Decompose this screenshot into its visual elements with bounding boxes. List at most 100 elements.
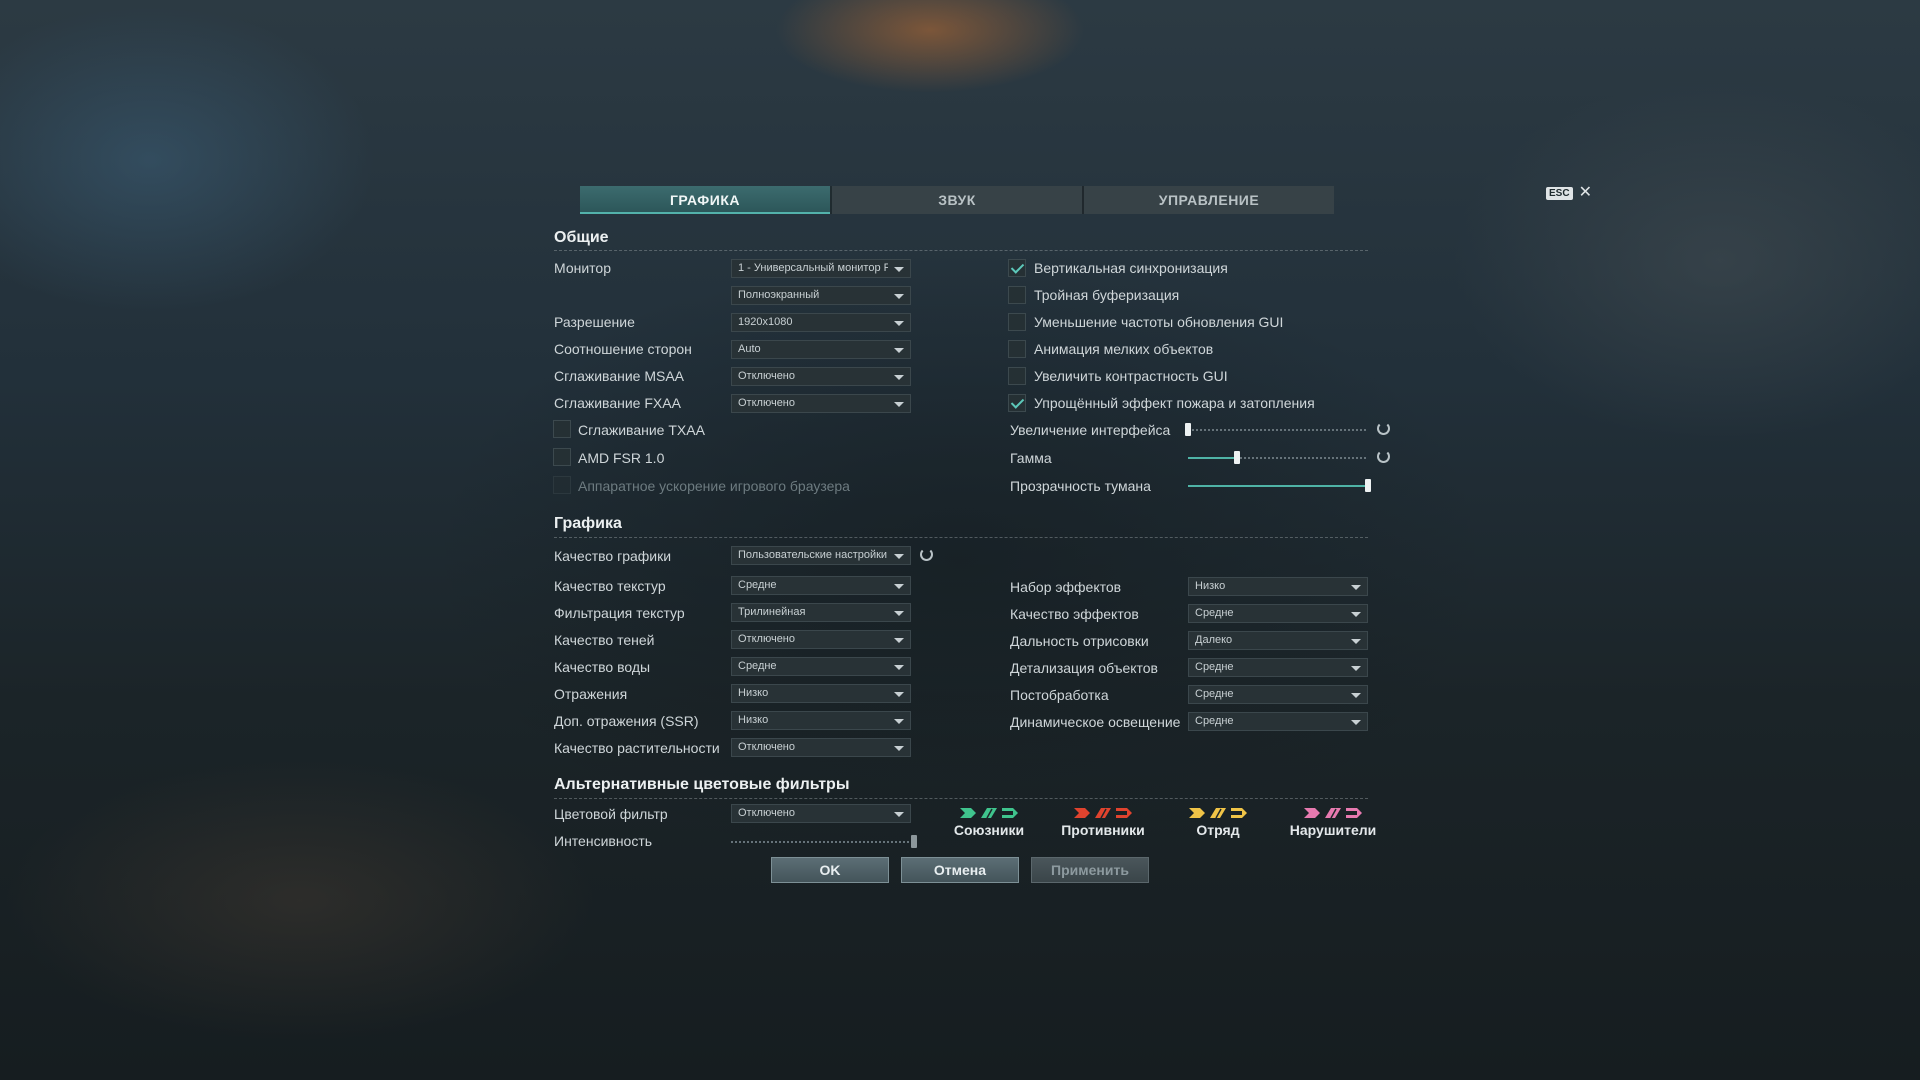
reset-icon[interactable] <box>1377 422 1390 435</box>
triple-buffer-checkbox[interactable] <box>1008 286 1026 304</box>
reflections-value: Низко <box>738 687 769 699</box>
vegetation-quality-dropdown[interactable]: Отключено <box>731 738 911 757</box>
slider-thumb[interactable] <box>1233 451 1240 464</box>
ssr-label: Доп. отражения (SSR) <box>554 713 699 729</box>
vegetation-quality-label: Качество растительности <box>554 740 720 756</box>
color-filter-value: Отключено <box>738 807 795 819</box>
chevron-down-icon <box>894 665 904 670</box>
reset-icon[interactable] <box>1377 450 1390 463</box>
fsr-checkbox[interactable] <box>553 448 571 466</box>
filter-group-name: Противники <box>1061 822 1145 838</box>
resolution-label: Разрешение <box>554 314 635 330</box>
water-quality-dropdown[interactable]: Средне <box>731 657 911 676</box>
dynamic-lighting-label: Динамическое освещение <box>1010 714 1181 730</box>
fire-effect-checkbox[interactable] <box>1008 394 1026 412</box>
effects-quality-dropdown[interactable]: Средне <box>1188 604 1368 623</box>
filter-group-allies: Союзники <box>934 808 1044 838</box>
monitor-label: Монитор <box>554 260 611 276</box>
filter-group-violators: Нарушители <box>1278 808 1388 838</box>
aspect-ratio-label: Соотношение сторон <box>554 341 692 357</box>
draw-distance-dropdown[interactable]: Далеко <box>1188 631 1368 650</box>
graphics-quality-value: Пользовательские настройки <box>738 549 888 561</box>
gamma-slider[interactable] <box>1188 451 1368 464</box>
effects-set-value: Низко <box>1195 580 1226 592</box>
water-quality-label: Качество воды <box>554 659 651 675</box>
texture-quality-label: Качество текстур <box>554 578 666 594</box>
fog-slider[interactable] <box>1188 479 1371 492</box>
slider-thumb[interactable] <box>1185 423 1191 436</box>
tab-sound[interactable]: ЗВУК <box>832 186 1084 214</box>
cancel-button[interactable]: Отмена <box>901 857 1019 883</box>
vsync-label: Вертикальная синхронизация <box>1034 260 1228 276</box>
ui-scale-slider[interactable] <box>1185 423 1368 436</box>
chevron-down-icon <box>894 584 904 589</box>
shadow-quality-dropdown[interactable]: Отключено <box>731 630 911 649</box>
section-title-general: Общие <box>554 229 609 246</box>
section-divider <box>554 537 1368 538</box>
ship-markers-icon <box>1278 808 1388 820</box>
ship-markers-icon <box>1048 808 1158 820</box>
shadow-quality-value: Отключено <box>738 633 795 645</box>
aspect-ratio-dropdown[interactable]: Auto <box>731 340 911 359</box>
fire-effect-label: Упрощённый эффект пожара и затопления <box>1034 395 1315 411</box>
settings-tabs: ГРАФИКА ЗВУК УПРАВЛЕНИЕ <box>580 186 1334 214</box>
chevron-down-icon <box>1351 666 1361 671</box>
reflections-label: Отражения <box>554 686 628 702</box>
effects-quality-value: Средне <box>1195 607 1234 619</box>
slider-thumb[interactable] <box>911 835 917 848</box>
intensity-label: Интенсивность <box>554 833 653 849</box>
tab-graphics[interactable]: ГРАФИКА <box>580 186 832 214</box>
post-processing-dropdown[interactable]: Средне <box>1188 685 1368 704</box>
slider-fill <box>1188 485 1368 487</box>
texture-filtering-dropdown[interactable]: Трилинейная <box>731 603 911 622</box>
chevron-down-icon <box>894 692 904 697</box>
filter-group-division: Отряд <box>1163 808 1273 838</box>
dynamic-lighting-value: Средне <box>1195 715 1234 727</box>
chevron-down-icon <box>894 554 904 559</box>
vsync-checkbox[interactable] <box>1008 259 1026 277</box>
tab-controls[interactable]: УПРАВЛЕНИЕ <box>1084 186 1334 214</box>
dynamic-lighting-dropdown[interactable]: Средне <box>1188 712 1368 731</box>
hw-accel-label: Аппаратное ускорение игрового браузера <box>578 478 850 494</box>
effects-set-dropdown[interactable]: Низко <box>1188 577 1368 596</box>
fxaa-value: Отключено <box>738 397 795 409</box>
ok-button[interactable]: OK <box>771 857 889 883</box>
small-anim-checkbox[interactable] <box>1008 340 1026 358</box>
gui-contrast-checkbox[interactable] <box>1008 367 1026 385</box>
monitor-value: 1 - Универсальный монитор PnP <box>738 262 888 274</box>
fxaa-label: Сглаживание FXAA <box>554 395 681 411</box>
intensity-slider[interactable] <box>731 835 917 848</box>
triple-buffer-label: Тройная буферизация <box>1034 287 1180 303</box>
graphics-quality-dropdown[interactable]: Пользовательские настройки <box>731 546 911 565</box>
resolution-dropdown[interactable]: 1920x1080 <box>731 313 911 332</box>
chevron-down-icon <box>894 294 904 299</box>
object-detail-label: Детализация объектов <box>1010 660 1158 676</box>
apply-button[interactable]: Применить <box>1031 857 1149 883</box>
chevron-down-icon <box>1351 693 1361 698</box>
chevron-down-icon <box>894 611 904 616</box>
chevron-down-icon <box>894 321 904 326</box>
close-icon: ✕ <box>1578 184 1592 201</box>
fxaa-dropdown[interactable]: Отключено <box>731 394 911 413</box>
color-filter-dropdown[interactable]: Отключено <box>731 804 911 823</box>
texture-quality-dropdown[interactable]: Средне <box>731 576 911 595</box>
ssr-value: Низко <box>738 714 769 726</box>
txaa-checkbox[interactable] <box>553 420 571 438</box>
filter-group-name: Отряд <box>1196 822 1240 838</box>
chevron-down-icon <box>894 375 904 380</box>
draw-distance-label: Дальность отрисовки <box>1010 633 1149 649</box>
reflections-dropdown[interactable]: Низко <box>731 684 911 703</box>
msaa-dropdown[interactable]: Отключено <box>731 367 911 386</box>
hw-accel-checkbox[interactable] <box>553 476 571 494</box>
ssr-dropdown[interactable]: Низко <box>731 711 911 730</box>
display-mode-dropdown[interactable]: Полноэкранный <box>731 286 911 305</box>
txaa-label: Сглаживание TXAA <box>578 422 705 438</box>
gui-refresh-checkbox[interactable] <box>1008 313 1026 331</box>
section-title-graphics: Графика <box>554 515 622 532</box>
slider-thumb[interactable] <box>1365 479 1371 492</box>
object-detail-dropdown[interactable]: Средне <box>1188 658 1368 677</box>
gui-refresh-label: Уменьшение частоты обновления GUI <box>1034 314 1284 330</box>
reset-icon[interactable] <box>920 548 933 561</box>
monitor-dropdown[interactable]: 1 - Универсальный монитор PnP <box>731 259 911 278</box>
close-button[interactable]: ESC ✕ <box>1546 185 1592 201</box>
